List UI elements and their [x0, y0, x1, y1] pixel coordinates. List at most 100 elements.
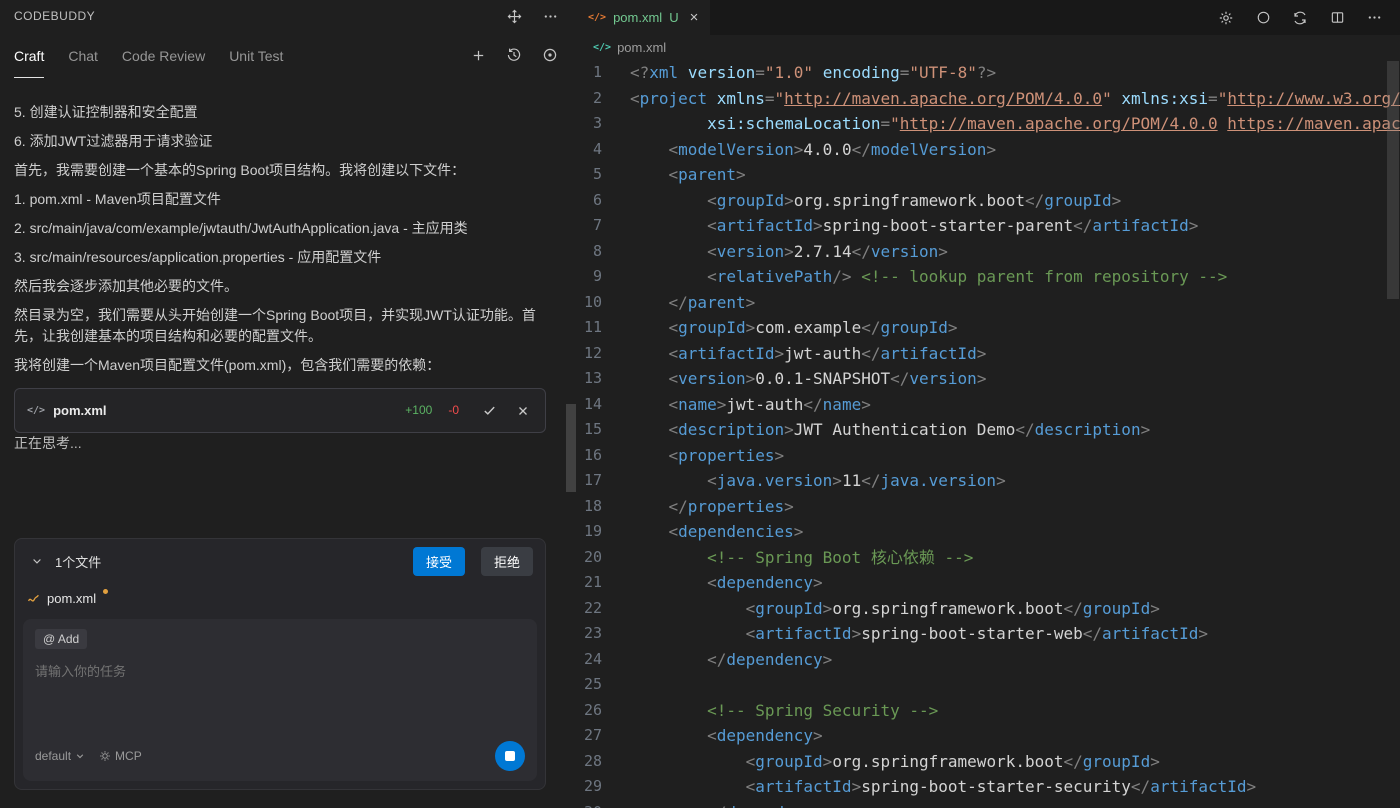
- reject-all-button[interactable]: 拒绝: [480, 546, 533, 576]
- sync-icon[interactable]: [1290, 8, 1310, 28]
- code-line[interactable]: 25: [576, 672, 1400, 698]
- line-content: <!-- Spring Boot 核心依赖 -->: [707, 547, 974, 567]
- composer-bottom-bar: default MCP: [35, 739, 525, 773]
- tab-unit-test[interactable]: Unit Test: [229, 32, 283, 78]
- code-line[interactable]: 29 <artifactId>spring-boot-starter-secur…: [576, 774, 1400, 800]
- chat-scroll-area[interactable]: 5. 创建认证控制器和安全配置 6. 添加JWT过滤器用于请求验证 首先，我需要创建…: [0, 78, 576, 538]
- code-line[interactable]: 26 <!-- Spring Security -->: [576, 698, 1400, 724]
- prompt-input-card[interactable]: @ Add 请输入你的任务 default MCP: [23, 619, 537, 781]
- line-content: <groupId>com.example</groupId>: [668, 318, 958, 337]
- add-context-chip[interactable]: @ Add: [35, 629, 88, 649]
- accept-check-icon[interactable]: [479, 401, 499, 421]
- history-icon[interactable]: [504, 45, 524, 65]
- code-line[interactable]: 18 </properties>: [576, 494, 1400, 520]
- scrollbar-thumb[interactable]: [566, 404, 576, 492]
- line-number: 24: [583, 649, 602, 668]
- mcp-button[interactable]: MCP: [99, 749, 142, 763]
- git-status-badge: U: [669, 10, 679, 25]
- code-line[interactable]: 7 <artifactId>spring-boot-starter-parent…: [576, 213, 1400, 239]
- line-content: <dependency>: [707, 726, 823, 745]
- accept-all-button[interactable]: 接受: [412, 546, 465, 576]
- file-change-icon: [27, 592, 40, 605]
- line-content: </dependency>: [630, 800, 1400, 808]
- code-line[interactable]: 2 <project xmlns="http://maven.apache.org…: [576, 86, 1400, 112]
- stop-send-button[interactable]: [495, 741, 525, 771]
- code-line[interactable]: 30 </dependency>: [576, 800, 1400, 808]
- line-number: 2: [592, 88, 602, 107]
- tab-code-review[interactable]: Code Review: [122, 32, 205, 78]
- changed-file-row[interactable]: pom.xml: [15, 583, 545, 613]
- line-number: 1: [592, 63, 602, 81]
- line-number: 10: [583, 292, 602, 311]
- code-line[interactable]: 12 <artifactId>jwt-auth</artifactId>: [576, 341, 1400, 367]
- close-tab-icon[interactable]: ×: [690, 10, 699, 25]
- code-line[interactable]: 14 <name>jwt-auth</name>: [576, 392, 1400, 418]
- code-line[interactable]: 10 </parent>: [576, 290, 1400, 316]
- code-line[interactable]: 8 <version>2.7.14</version>: [576, 239, 1400, 265]
- line-content: <dependency>: [707, 573, 823, 592]
- chat-message: 1. pom.xml - Maven项目配置文件: [14, 191, 221, 207]
- line-number: 4: [592, 139, 602, 158]
- circle-icon[interactable]: [1253, 8, 1273, 28]
- tab-file-name: pom.xml: [613, 10, 663, 25]
- code-line[interactable]: 6 <groupId>org.springframework.boot</gro…: [576, 188, 1400, 214]
- chevron-down-icon[interactable]: [27, 551, 47, 571]
- panel-header: CODEBUDDY: [0, 0, 576, 32]
- code-line[interactable]: 13 <version>0.0.1-SNAPSHOT</version>: [576, 366, 1400, 392]
- line-number: 22: [583, 598, 602, 617]
- expand-icon[interactable]: [504, 6, 524, 26]
- code-line[interactable]: 21 <dependency>: [576, 570, 1400, 596]
- code-line[interactable]: 17 <java.version>11</java.version>: [576, 468, 1400, 494]
- changed-file-name: pom.xml: [47, 590, 97, 606]
- code-line[interactable]: 22 <groupId>org.springframework.boot</gr…: [576, 596, 1400, 622]
- code-line[interactable]: 20 <!-- Spring Boot 核心依赖 -->: [576, 545, 1400, 571]
- breadcrumb-file-name: pom.xml: [617, 40, 667, 55]
- code-line[interactable]: 28 <groupId>org.springframework.boot</gr…: [576, 749, 1400, 775]
- more-icon[interactable]: [1364, 8, 1384, 28]
- chat-message: 3. src/main/resources/application.proper…: [14, 249, 382, 265]
- line-content: <artifactId>spring-boot-starter-web</art…: [745, 624, 1208, 643]
- code-line[interactable]: 27 <dependency>: [576, 723, 1400, 749]
- editor-area: </> pom.xml U × </> pom.xml 1 <?xml vers…: [576, 0, 1400, 808]
- file-change-card[interactable]: </> pom.xml +100 -0: [14, 388, 546, 433]
- tab-pom-xml[interactable]: </> pom.xml U ×: [576, 0, 711, 35]
- line-content: <groupId>org.springframework.boot</group…: [745, 751, 1160, 771]
- files-count-label: 1个文件: [55, 554, 102, 570]
- code-line[interactable]: 16 <properties>: [576, 443, 1400, 469]
- gear-icon[interactable]: [1216, 8, 1236, 28]
- code-line[interactable]: 1 <?xml version="1.0" encoding="UTF-8"?>: [576, 60, 1400, 86]
- code-line[interactable]: 23 <artifactId>spring-boot-starter-web</…: [576, 621, 1400, 647]
- editor-scrollbar[interactable]: [1386, 35, 1400, 808]
- scrollbar-thumb[interactable]: [1387, 61, 1399, 299]
- line-content: <!-- Spring Security -->: [707, 700, 939, 720]
- model-selector[interactable]: default: [35, 749, 85, 763]
- code-line[interactable]: 24 </dependency>: [576, 647, 1400, 673]
- tab-chat[interactable]: Chat: [68, 32, 98, 78]
- line-number: 30: [576, 800, 630, 808]
- code-area[interactable]: 1 <?xml version="1.0" encoding="UTF-8"?> 2…: [576, 60, 1400, 808]
- line-number: 11: [583, 318, 602, 336]
- panel-scrollbar[interactable]: [566, 0, 576, 808]
- line-content: <artifactId>spring-boot-starter-parent</…: [707, 216, 1199, 235]
- dismiss-x-icon[interactable]: [513, 401, 533, 421]
- split-editor-icon[interactable]: [1327, 8, 1347, 28]
- code-line[interactable]: 3 xsi:schemaLocation="http://maven.apach…: [576, 111, 1400, 137]
- code-line[interactable]: 15 <description>JWT Authentication Demo<…: [576, 417, 1400, 443]
- gear-icon: [100, 751, 110, 761]
- chevron-down-icon: [76, 754, 84, 759]
- code-line[interactable]: 5 <parent>: [576, 162, 1400, 188]
- tab-craft[interactable]: Craft: [14, 32, 45, 78]
- line-number: 18: [583, 496, 602, 515]
- target-icon[interactable]: [540, 45, 560, 65]
- code-line[interactable]: 4 <modelVersion>4.0.0</modelVersion>: [576, 137, 1400, 163]
- review-bar: 1个文件 接受 拒绝: [15, 539, 545, 583]
- line-number: 16: [583, 445, 602, 464]
- more-icon[interactable]: [540, 6, 560, 26]
- breadcrumb[interactable]: </> pom.xml: [576, 35, 1400, 60]
- code-line[interactable]: 9 <relativePath/> <!-- lookup parent fro…: [576, 264, 1400, 290]
- code-line[interactable]: 11 <groupId>com.example</groupId>: [576, 315, 1400, 341]
- code-line[interactable]: 19 <dependencies>: [576, 519, 1400, 545]
- new-chat-icon[interactable]: [468, 45, 488, 65]
- model-name: default: [35, 749, 72, 763]
- prompt-placeholder[interactable]: 请输入你的任务: [35, 661, 525, 680]
